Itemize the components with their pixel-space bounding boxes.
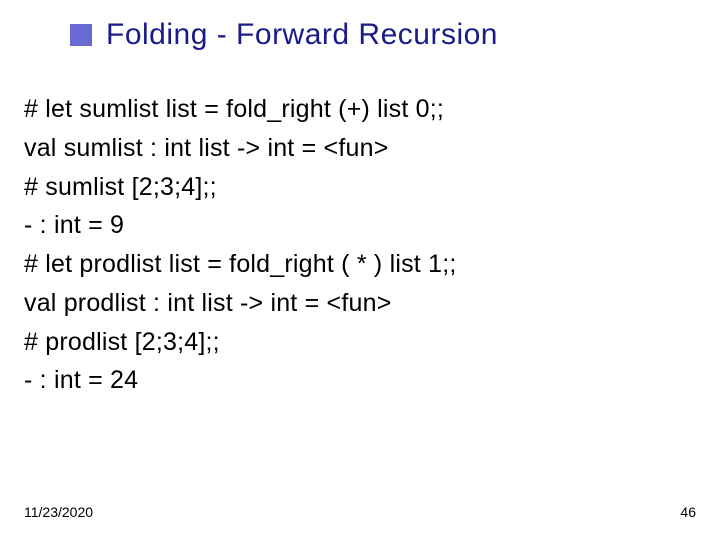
code-line: # let sumlist list = fold_right (+) list… (24, 90, 696, 129)
slide-content: # let sumlist list = fold_right (+) list… (24, 90, 696, 400)
code-line: # let prodlist list = fold_right ( * ) l… (24, 245, 696, 284)
footer-date: 11/23/2020 (24, 504, 93, 520)
slide-title-area: Folding - Forward Recursion (70, 18, 498, 52)
code-line: val prodlist : int list -> int = <fun> (24, 284, 696, 323)
code-line: - : int = 24 (24, 361, 696, 400)
slide-title: Folding - Forward Recursion (106, 18, 498, 52)
accent-square-icon (70, 24, 92, 46)
code-line: - : int = 9 (24, 206, 696, 245)
footer-page-number: 46 (680, 504, 696, 520)
code-line: val sumlist : int list -> int = <fun> (24, 129, 696, 168)
code-line: # prodlist [2;3;4];; (24, 323, 696, 362)
code-line: # sumlist [2;3;4];; (24, 168, 696, 207)
